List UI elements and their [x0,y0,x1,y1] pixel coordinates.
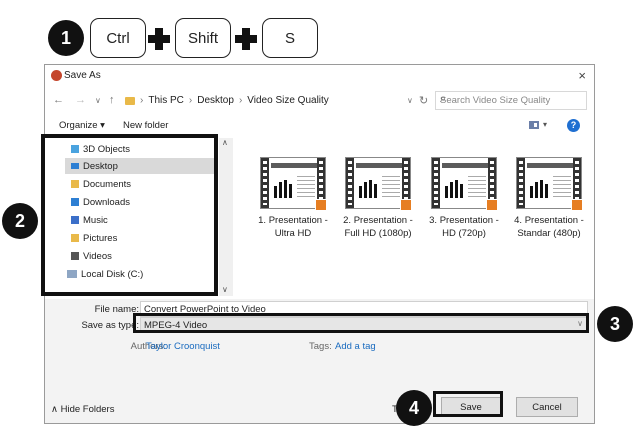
navigation-scrollbar[interactable]: ∧ ∨ [219,138,233,296]
breadcrumb-this-pc[interactable]: This PC [148,95,184,106]
folder-icon [125,96,135,105]
file-name-line1: 3. Presentation - [429,215,499,226]
file-name-line2: Ultra HD [274,227,312,239]
chevron-up-icon: ∧ [51,404,58,415]
breadcrumb[interactable]: › This PC › Desktop › Video Size Quality [125,95,329,106]
organize-button[interactable]: Organize ▾ [59,120,105,131]
command-bar: Organize ▾ New folder ▾ ? [45,117,594,135]
video-file-icon [315,199,327,211]
video-thumbnail [516,157,583,211]
authors-value[interactable]: Taylor Croonquist [146,341,220,352]
hide-folders-toggle[interactable]: ∧ Hide Folders [51,404,114,415]
video-file-icon [486,199,498,211]
file-item[interactable]: 4. Presentation - Standar (480p) [508,157,590,240]
step-1-badge: 1 [48,20,84,56]
video-file-icon [400,199,412,211]
add-tag-link[interactable]: Add a tag [335,341,376,352]
scroll-up-icon[interactable]: ∧ [222,138,228,147]
file-name-line1: 1. Presentation - [258,215,328,226]
powerpoint-icon [51,70,62,81]
step-3-badge: 3 [597,306,633,342]
back-arrow-icon[interactable]: ← [53,94,64,106]
video-file-icon [571,199,583,211]
address-dropdown-icon[interactable]: ∨ [407,96,413,105]
highlight-navigation-pane [41,134,218,296]
file-name-line1: 4. Presentation - [514,215,584,226]
ctrl-key: Ctrl [90,18,146,58]
cancel-button[interactable]: Cancel [516,397,578,417]
view-dropdown-icon[interactable]: ▾ [543,120,547,129]
tags-label: Tags: [309,341,332,352]
address-row: ← → ∨ ↑ › This PC › Desktop › Video Size… [45,90,594,112]
help-icon[interactable]: ? [567,119,580,132]
dialog-title: Save As [64,70,101,81]
video-thumbnail [260,157,327,211]
forward-arrow-icon[interactable]: → [75,94,86,106]
view-options-icon[interactable] [529,121,539,129]
recent-chevron-icon[interactable]: ∨ [95,96,101,105]
new-folder-button[interactable]: New folder [123,120,168,131]
file-name-line2: Full HD (1080p) [344,227,412,239]
step-4-badge: 4 [396,390,432,426]
highlight-save-button [433,391,503,417]
file-item[interactable]: 2. Presentation - Full HD (1080p) [337,157,419,240]
breadcrumb-current-folder[interactable]: Video Size Quality [247,95,329,106]
step-2-badge: 2 [2,203,38,239]
title-bar: Save As × [45,65,594,87]
file-name-line2: Standar (480p) [517,227,581,239]
save-as-type-label: Save as type: [81,320,139,331]
plus-icon [148,28,170,50]
plus-icon [235,28,257,50]
file-name-line1: 2. Presentation - [343,215,413,226]
refresh-icon[interactable]: ↻ [419,94,428,107]
search-icon: ⌕ [440,93,447,105]
search-input[interactable]: Search Video Size Quality ⌕ [435,91,587,110]
highlight-save-as-type [133,313,589,333]
file-item[interactable]: 1. Presentation - Ultra HD [252,157,334,240]
up-arrow-icon[interactable]: ↑ [109,94,115,106]
breadcrumb-desktop[interactable]: Desktop [197,95,234,106]
video-thumbnail [431,157,498,211]
file-name-line2: HD (720p) [442,227,486,239]
scroll-down-icon[interactable]: ∨ [222,285,228,294]
video-thumbnail [345,157,412,211]
shift-key: Shift [175,18,231,58]
file-item[interactable]: 3. Presentation - HD (720p) [423,157,505,240]
close-icon[interactable]: × [578,68,586,83]
s-key: S [262,18,318,58]
